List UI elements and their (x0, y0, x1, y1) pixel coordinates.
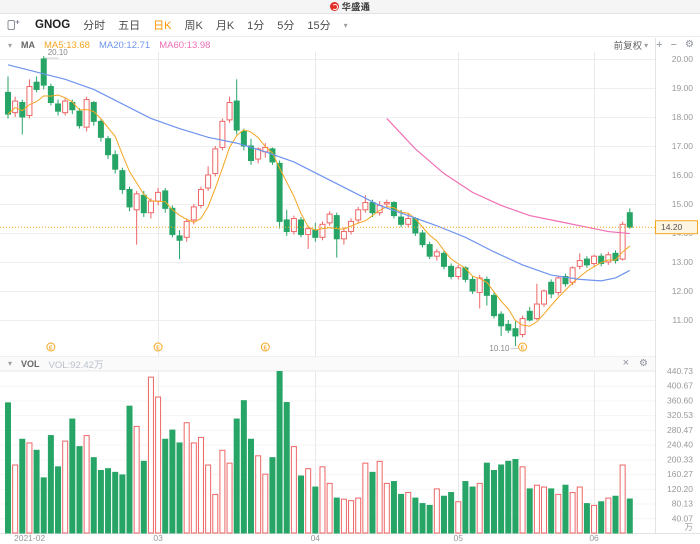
zoom-out-button[interactable]: − (671, 40, 677, 51)
svg-text:16.00: 16.00 (672, 170, 694, 180)
volume-series (6, 371, 633, 533)
svg-text:E: E (49, 345, 53, 351)
volume-indicator-row: ▾ VOL VOL:92.42万 × ⚙ (0, 356, 655, 371)
svg-text:14.20: 14.20 (661, 222, 683, 232)
vol-label: VOL (21, 359, 40, 369)
svg-text:240.40: 240.40 (667, 440, 693, 450)
svg-text:2021-02: 2021-02 (14, 533, 45, 543)
tab-15min[interactable]: 15分 (307, 17, 330, 33)
svg-text:320.53: 320.53 (667, 410, 693, 420)
ma60-value: MA60:13.98 (159, 40, 210, 51)
axis-labels: 20.0019.0018.0017.0016.0015.0014.0013.00… (14, 54, 693, 543)
tab-week-k[interactable]: 周K (184, 17, 202, 33)
svg-text:E: E (156, 345, 160, 351)
svg-text:05: 05 (454, 533, 464, 543)
svg-text:11.00: 11.00 (672, 315, 693, 325)
svg-text:E: E (521, 345, 525, 351)
chart-controls: 前复权 ▾ + − ⚙ (614, 38, 700, 52)
watchlist-add-icon[interactable] (7, 19, 20, 31)
event-marker-icon[interactable]: E (261, 343, 269, 351)
svg-text:80.13: 80.13 (672, 499, 694, 509)
volume-pane-controls: × ⚙ (623, 358, 655, 369)
top-title-bar: 华盛通 (0, 0, 700, 14)
stock-chart-canvas[interactable]: 20.1010.10EEEE20.0019.0018.0017.0016.001… (0, 38, 700, 544)
vol-collapse-icon[interactable]: ▾ (8, 359, 12, 368)
volume-close-icon[interactable]: × (623, 358, 629, 369)
svg-text:10.10: 10.10 (489, 344, 510, 353)
tab-timeshare[interactable]: 分时 (83, 17, 105, 33)
svg-text:160.27: 160.27 (667, 469, 693, 479)
svg-text:19.00: 19.00 (672, 83, 694, 93)
tab-1min[interactable]: 1分 (247, 17, 264, 33)
svg-text:280.47: 280.47 (667, 425, 693, 435)
ma5-value: MA5:13.68 (44, 40, 90, 51)
svg-text:12.00: 12.00 (672, 286, 694, 296)
adjust-mode-button[interactable]: 前复权 ▾ (614, 38, 649, 52)
candlestick-series (6, 56, 633, 346)
adjust-caret-icon: ▾ (644, 41, 648, 50)
annotation-layer: 20.1010.10EEEE (0, 48, 655, 353)
period-dropdown-icon[interactable]: ▾ (344, 21, 348, 30)
svg-text:120.20: 120.20 (667, 484, 693, 494)
tab-5min[interactable]: 5分 (277, 17, 294, 33)
svg-text:万: 万 (684, 522, 693, 532)
tab-five-day[interactable]: 五日 (118, 17, 140, 33)
tab-month-k[interactable]: 月K (216, 17, 234, 33)
event-marker-icon[interactable]: E (47, 343, 55, 351)
chart-settings-gear-icon[interactable]: ⚙ (685, 40, 694, 50)
zoom-in-button[interactable]: + (656, 40, 662, 51)
svg-text:03: 03 (153, 533, 163, 543)
vol-value: VOL:92.42万 (49, 357, 104, 371)
svg-text:360.60: 360.60 (667, 395, 693, 405)
svg-text:17.00: 17.00 (672, 141, 694, 151)
chart-area: 20.1010.10EEEE20.0019.0018.0017.0016.001… (0, 38, 700, 544)
svg-text:06: 06 (589, 533, 599, 543)
chart-toolbar: GNOG 分时五日日K 周K 月K 1分 5分 15分 ▾ (0, 14, 700, 37)
symbol-label: GNOG (35, 19, 70, 31)
ma-collapse-icon[interactable]: ▾ (8, 41, 12, 50)
tab-day-k[interactable]: 日K (153, 17, 171, 33)
volume-settings-gear-icon[interactable]: ⚙ (639, 359, 648, 369)
ma20-value: MA20:12.71 (99, 40, 150, 51)
grid-layer (0, 38, 700, 534)
svg-text:20.00: 20.00 (672, 54, 694, 64)
adjust-mode-label: 前复权 (614, 38, 643, 52)
svg-text:04: 04 (311, 533, 321, 543)
last-price-tag: 14.20 (656, 221, 698, 234)
svg-text:18.00: 18.00 (672, 112, 694, 122)
svg-text:440.73: 440.73 (667, 366, 693, 376)
huasheng-logo-icon (330, 2, 339, 11)
event-marker-icon[interactable]: E (519, 343, 527, 351)
trading-app-window: 华盛通 GNOG 分时五日日K周K月K1分5分15分 ▾ 20.1010.10E… (0, 0, 700, 544)
svg-text:200.33: 200.33 (667, 454, 693, 464)
brand-name: 华盛通 (342, 0, 371, 13)
svg-text:400.67: 400.67 (667, 381, 693, 391)
event-marker-icon[interactable]: E (154, 343, 162, 351)
ma-label: MA (21, 40, 35, 50)
svg-text:13.00: 13.00 (672, 257, 694, 267)
svg-text:15.00: 15.00 (672, 199, 694, 209)
svg-text:E: E (263, 345, 267, 351)
period-tabs: 分时五日日K 周K 月K 1分 5分 15分 (83, 17, 331, 33)
